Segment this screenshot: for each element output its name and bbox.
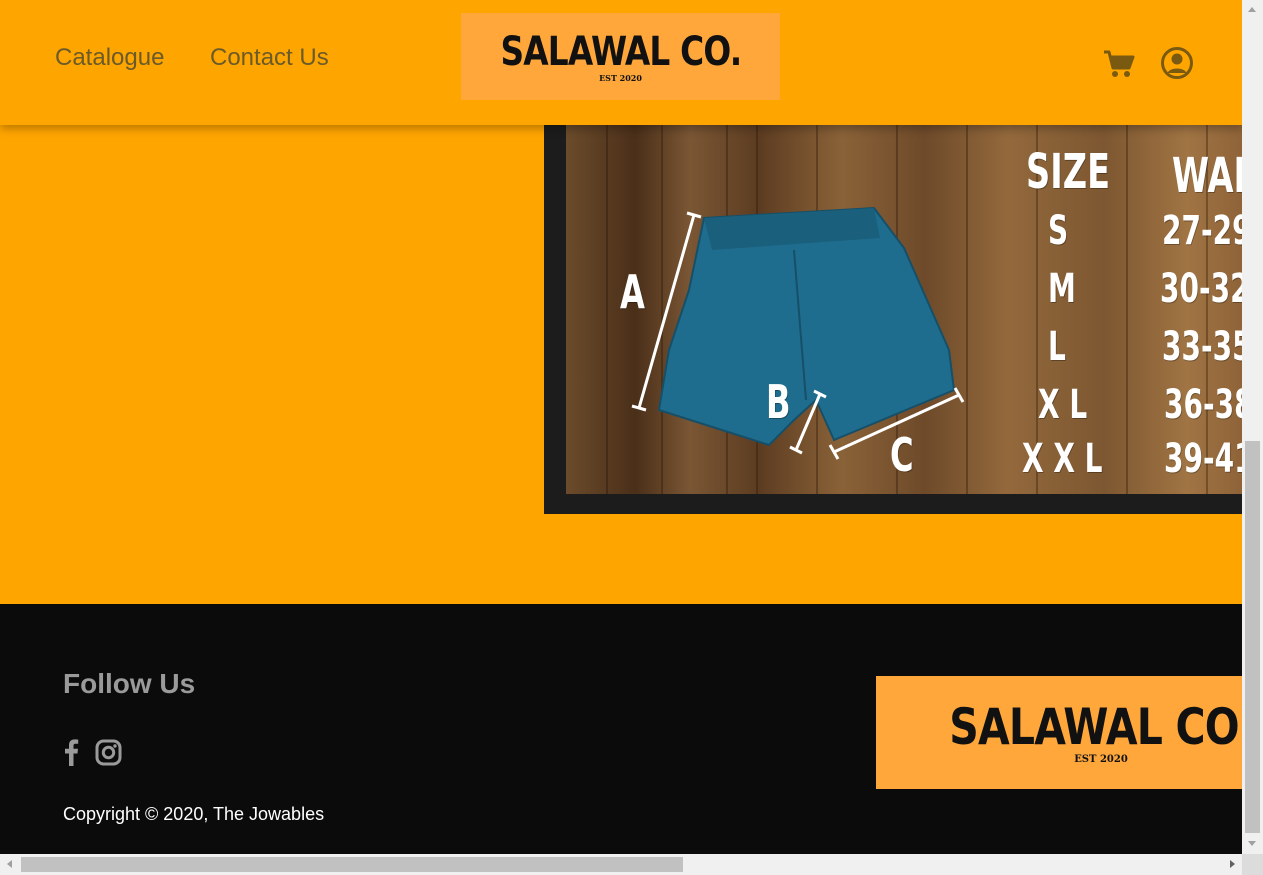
logo-wordmark: SALAWAL CO. EST 2020 [474,31,768,83]
measure-label-b: B [766,375,791,429]
size-row-s: S [1048,208,1069,254]
waist-row-xl: 36-38 [1164,382,1242,428]
size-header: SIZE [1026,144,1111,200]
waist-row-xxl: 39-41 [1164,436,1242,482]
scroll-left-arrow-icon[interactable] [7,860,12,868]
waist-row-s: 27-29 [1162,208,1242,254]
user-account-icon[interactable] [1160,46,1194,80]
copyright-text: Copyright © 2020, The Jowables [63,804,325,824]
measure-label-c: C [890,428,914,482]
footer-logo-wordmark: SALAWAL CO. EST 2020 [916,700,1242,765]
size-row-xl: X L [1038,382,1088,428]
footer-logo-name: SALAWAL CO. [949,698,1242,756]
scroll-down-arrow-icon[interactable] [1248,841,1256,846]
horizontal-scroll-thumb[interactable] [21,857,683,872]
measure-label-a: A [620,265,645,319]
waist-row-m: 30-32 [1160,266,1242,312]
size-chart-image: A B C SIZE WAIS S 27-29 M 30-32 L 33-35 … [544,100,1242,514]
footer-logo[interactable]: SALAWAL CO. EST 2020 [876,676,1242,789]
cart-icon[interactable] [1103,50,1135,78]
size-row-m: M [1048,266,1076,312]
waist-row-l: 33-35 [1162,324,1242,370]
site-footer: Follow Us Copyright © 2020, The Jowables… [0,604,1242,854]
header-logo[interactable]: SALAWAL CO. EST 2020 [461,13,780,100]
waist-header: WAIS [1172,148,1242,204]
instagram-icon[interactable] [95,739,122,766]
follow-us-heading: Follow Us [63,668,196,699]
scrollbar-corner [1242,854,1263,875]
size-row-xxl: X X L [1022,436,1103,482]
facebook-icon[interactable] [63,738,79,766]
size-row-l: L [1048,324,1066,370]
logo-name: SALAWAL CO. [500,28,742,75]
vertical-scroll-thumb[interactable] [1245,441,1260,833]
scroll-right-arrow-icon[interactable] [1230,860,1235,868]
nav-link-catalogue[interactable]: Catalogue [55,44,164,72]
site-header: Catalogue Contact Us SALAWAL CO. EST 202… [0,0,1242,125]
page-viewport: Catalogue Contact Us SALAWAL CO. EST 202… [0,0,1242,854]
scroll-up-arrow-icon[interactable] [1248,7,1256,12]
nav-link-contact-us[interactable]: Contact Us [210,44,329,72]
